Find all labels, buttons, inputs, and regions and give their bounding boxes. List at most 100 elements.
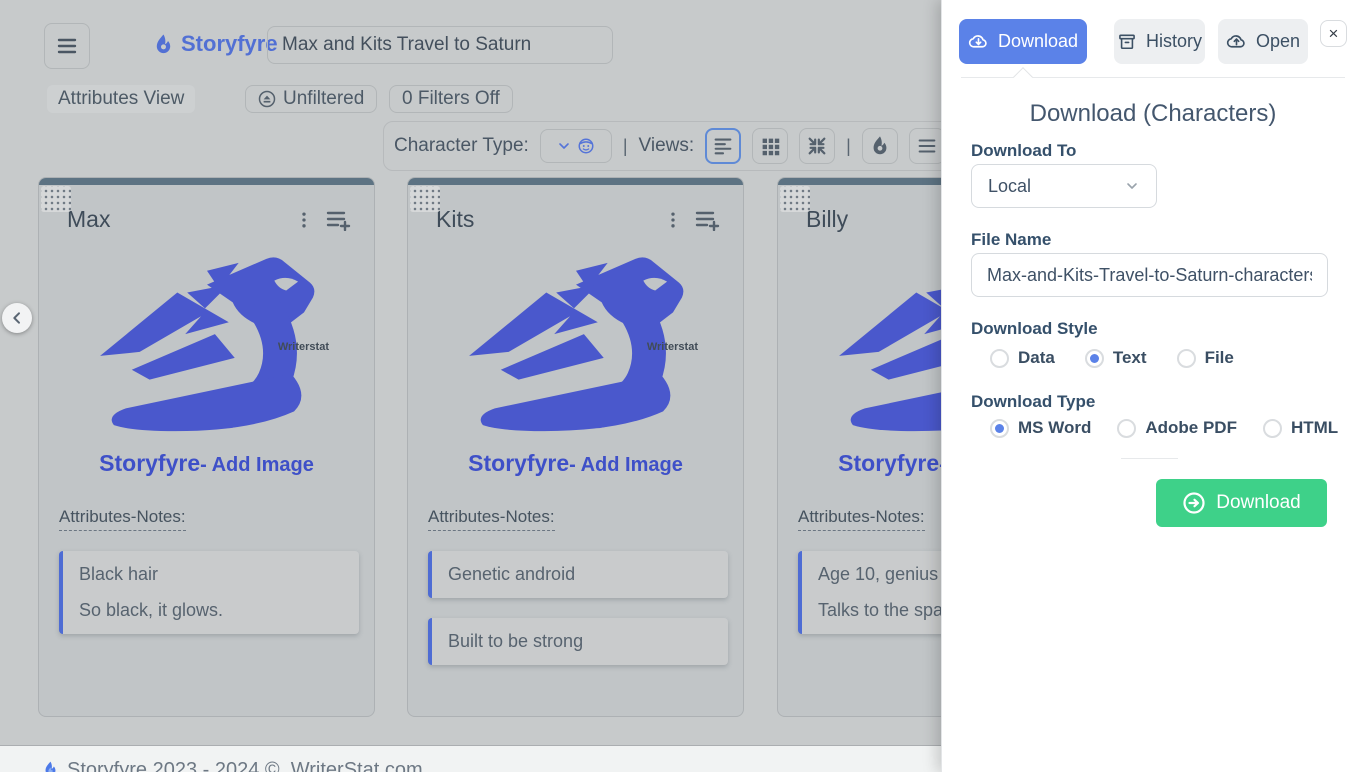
panel-heading: Download (Characters) — [942, 100, 1364, 128]
app-screen: Storyfyre Attributes View Unfiltered 0 F… — [0, 0, 1364, 772]
filters-count-button[interactable]: 0 Filters Off — [389, 85, 513, 113]
radio-button[interactable] — [1085, 349, 1104, 368]
kebab-menu-icon[interactable] — [663, 210, 683, 230]
footer-copyright-text: Storyfyre 2023 - 2024 ©. WriterStat.com — [67, 759, 423, 772]
flame-icon — [42, 759, 59, 772]
playlist-add-icon[interactable] — [326, 209, 352, 231]
attributes-notes-label[interactable]: Attributes-Notes: — [59, 507, 186, 531]
close-panel-button[interactable]: × — [1320, 20, 1347, 47]
submit-divider — [1121, 458, 1178, 459]
carousel-previous-button[interactable] — [2, 303, 32, 333]
download-style-label: Download Style — [971, 319, 1098, 339]
flame-icon — [869, 135, 891, 157]
radio-option-file[interactable]: File — [1177, 348, 1234, 368]
note-item[interactable]: Genetic android — [428, 551, 728, 598]
open-tab-label: Open — [1256, 31, 1300, 52]
radio-label: File — [1205, 348, 1234, 368]
download-style-radio-group: Data Text File — [990, 348, 1234, 368]
radio-label: HTML — [1291, 418, 1338, 438]
note-line: Black hair — [79, 564, 343, 585]
download-to-select[interactable]: Local — [971, 164, 1157, 208]
smiley-face-icon — [577, 137, 595, 155]
grid-view-icon — [760, 136, 781, 157]
toolbar-separator: | — [623, 136, 628, 157]
history-tab-button[interactable]: History — [1114, 19, 1205, 64]
chevron-left-icon — [9, 310, 25, 326]
note-item[interactable]: Black hair So black, it glows. — [59, 551, 359, 634]
radio-button[interactable] — [990, 419, 1009, 438]
character-type-select[interactable] — [540, 129, 612, 163]
radio-button[interactable] — [1263, 419, 1282, 438]
character-card-kits[interactable]: Kits — [407, 177, 744, 717]
download-panel: Download History Open — [941, 0, 1364, 772]
radio-option-adobe-pdf[interactable]: Adobe PDF — [1117, 418, 1237, 438]
file-name-input[interactable] — [971, 253, 1328, 297]
download-type-label: Download Type — [971, 392, 1095, 412]
character-image-placeholder[interactable]: Writerstat Storyfyre- Add Image — [39, 245, 374, 477]
kebab-menu-icon[interactable] — [294, 210, 314, 230]
download-to-label: Download To — [971, 141, 1076, 161]
list-view-icon — [712, 135, 734, 157]
playlist-add-icon[interactable] — [695, 209, 721, 231]
grid-view-button[interactable] — [752, 128, 788, 164]
history-tab-label: History — [1146, 31, 1202, 52]
flame-view-button[interactable] — [862, 128, 898, 164]
add-image-link[interactable]: - Add Image — [200, 454, 314, 476]
file-name-label: File Name — [971, 230, 1051, 250]
archive-history-icon — [1117, 32, 1137, 52]
radio-label: Data — [1018, 348, 1055, 368]
hidden-view-button[interactable] — [909, 128, 945, 164]
list-view-button[interactable] — [705, 128, 741, 164]
story-title-input[interactable] — [267, 26, 613, 64]
collapse-view-button[interactable] — [799, 128, 835, 164]
card-topbar — [39, 178, 374, 185]
list-icon — [916, 135, 938, 157]
image-brand-text: Storyfyre — [99, 450, 200, 476]
image-brand-text: Storyfyre — [468, 450, 569, 476]
radio-option-data[interactable]: Data — [990, 348, 1055, 368]
add-image-link[interactable]: - Add Image — [569, 454, 683, 476]
drag-handle[interactable] — [41, 186, 71, 212]
character-name: Kits — [436, 206, 663, 233]
radio-option-html[interactable]: HTML — [1263, 418, 1338, 438]
radio-option-text[interactable]: Text — [1085, 348, 1147, 368]
radio-option-ms-word[interactable]: MS Word — [990, 418, 1091, 438]
logo-text: Storyfyre — [181, 31, 278, 57]
views-label: Views: — [639, 135, 695, 157]
eject-filter-icon — [258, 90, 276, 108]
chevron-down-icon — [556, 138, 572, 154]
filters-count-label: 0 Filters Off — [402, 88, 500, 110]
unfiltered-label: Unfiltered — [283, 88, 364, 110]
download-submit-label: Download — [1216, 492, 1301, 514]
radio-button[interactable] — [1177, 349, 1196, 368]
attributes-view-label: Attributes View — [47, 85, 195, 113]
radio-label: MS Word — [1018, 418, 1091, 438]
character-card-max[interactable]: Max — [38, 177, 375, 717]
hamburger-menu-button[interactable] — [44, 23, 90, 69]
download-to-value: Local — [988, 176, 1031, 197]
attributes-notes-label[interactable]: Attributes-Notes: — [798, 507, 925, 531]
drag-handle[interactable] — [780, 186, 810, 212]
character-image-placeholder[interactable]: Writerstat Storyfyre- Add Image — [408, 245, 743, 477]
close-icon: × — [1329, 24, 1339, 44]
watermark-text: Writerstat — [278, 341, 329, 353]
character-name: Max — [67, 206, 294, 233]
attributes-notes-label[interactable]: Attributes-Notes: — [428, 507, 555, 531]
note-line: Built to be strong — [448, 631, 712, 652]
note-line: So black, it glows. — [79, 600, 343, 621]
radio-button[interactable] — [1117, 419, 1136, 438]
toolbar-separator-2: | — [846, 136, 851, 157]
storyfyre-logo[interactable]: Storyfyre — [152, 31, 278, 57]
radio-button[interactable] — [990, 349, 1009, 368]
download-tab-button[interactable]: Download — [959, 19, 1087, 64]
unfiltered-filter-button[interactable]: Unfiltered — [245, 85, 377, 113]
active-tab-notch — [1013, 67, 1033, 87]
card-topbar — [408, 178, 743, 185]
cloud-upload-icon — [1226, 31, 1247, 52]
image-brand-text: Storyfyre — [838, 450, 939, 476]
download-submit-button[interactable]: Download — [1156, 479, 1327, 527]
open-tab-button[interactable]: Open — [1218, 19, 1308, 64]
drag-handle[interactable] — [410, 186, 440, 212]
note-item[interactable]: Built to be strong — [428, 618, 728, 665]
hamburger-icon — [55, 34, 79, 58]
